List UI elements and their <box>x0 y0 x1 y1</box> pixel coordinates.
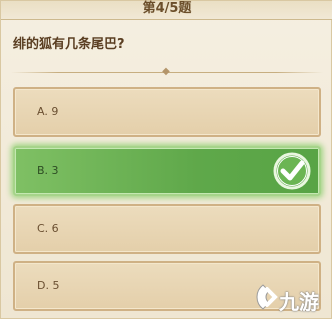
quiz-panel: 第4/5题 绯的狐有几条尾巴? ◆ A. 9 B. 3 C. 6 D. 5 九游 <box>0 0 332 319</box>
option-d-label: D. 5 <box>37 279 60 292</box>
option-c-label: C. 6 <box>37 222 59 235</box>
option-a-label: A. 9 <box>37 105 59 118</box>
watermark-text: 九游 <box>279 290 319 314</box>
checkmark-icon <box>273 152 311 190</box>
question-progress: 第4/5题 <box>142 1 192 16</box>
option-a-button[interactable]: A. 9 <box>13 87 321 137</box>
divider-ornament-icon: ◆ <box>162 66 170 77</box>
option-c-button[interactable]: C. 6 <box>13 204 321 254</box>
question-text: 绯的狐有几条尾巴? <box>13 37 125 52</box>
option-b-label: B. 3 <box>37 164 59 177</box>
